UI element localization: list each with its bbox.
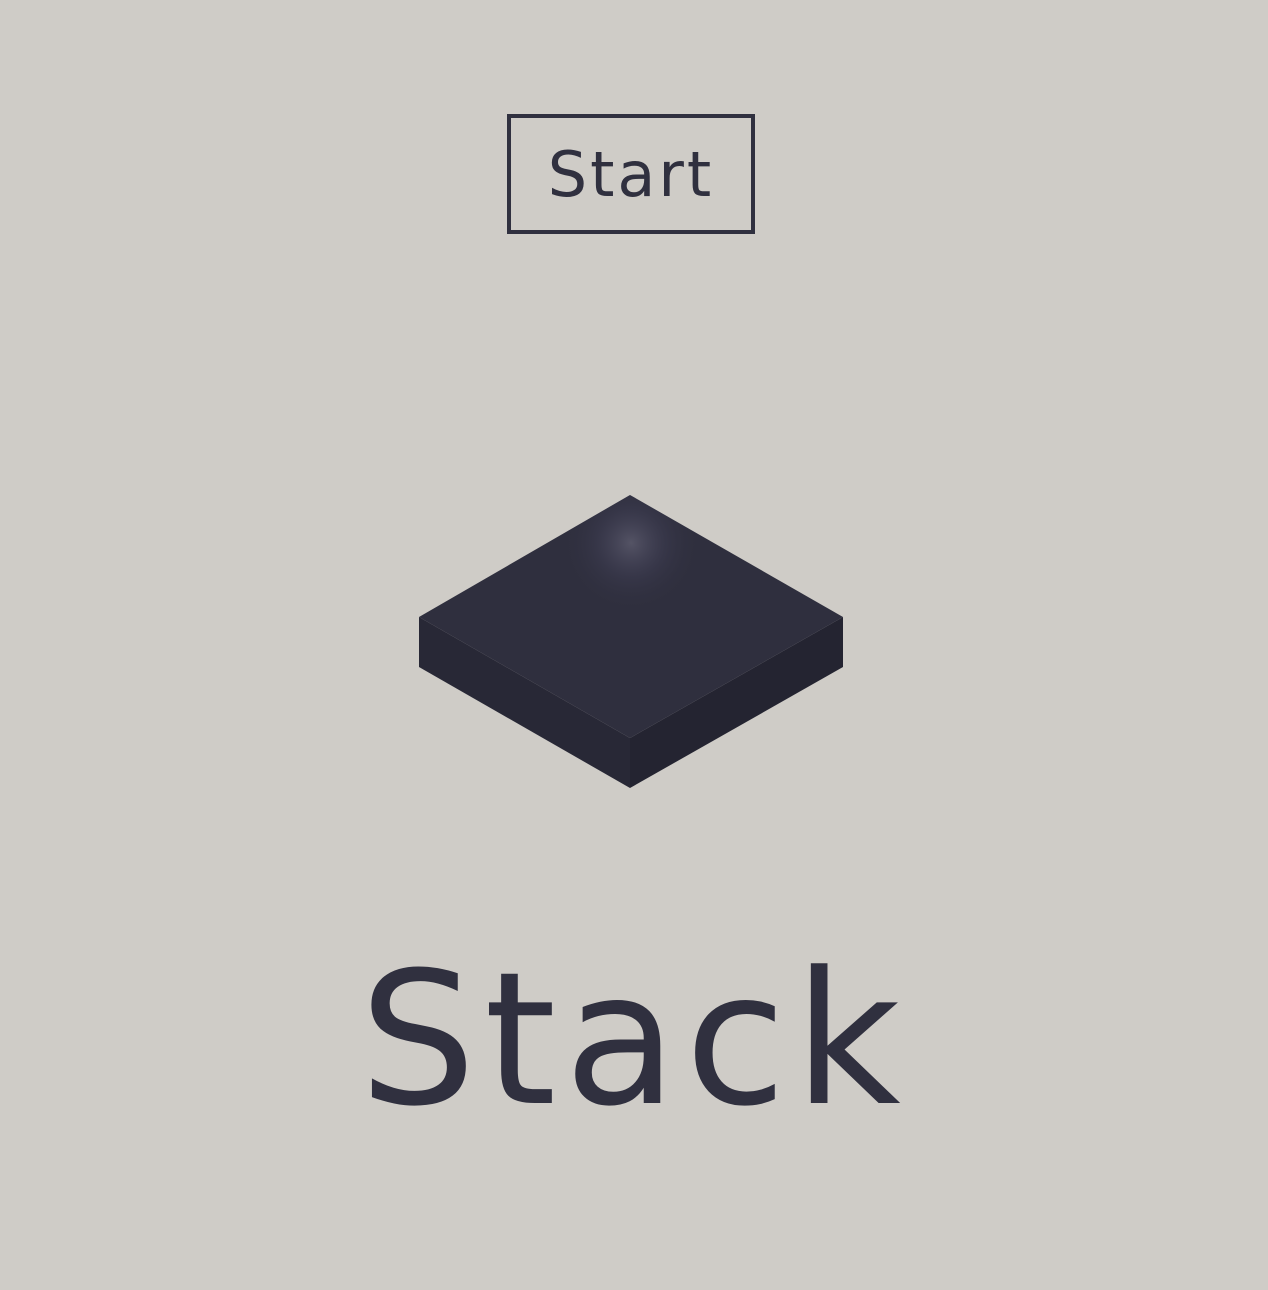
block-left-face bbox=[419, 617, 630, 788]
block-top-face bbox=[419, 495, 843, 738]
start-button[interactable]: Start bbox=[507, 114, 755, 234]
game-title: Stack bbox=[359, 933, 909, 1147]
block-right-face bbox=[630, 617, 843, 788]
block-highlight bbox=[419, 495, 843, 738]
